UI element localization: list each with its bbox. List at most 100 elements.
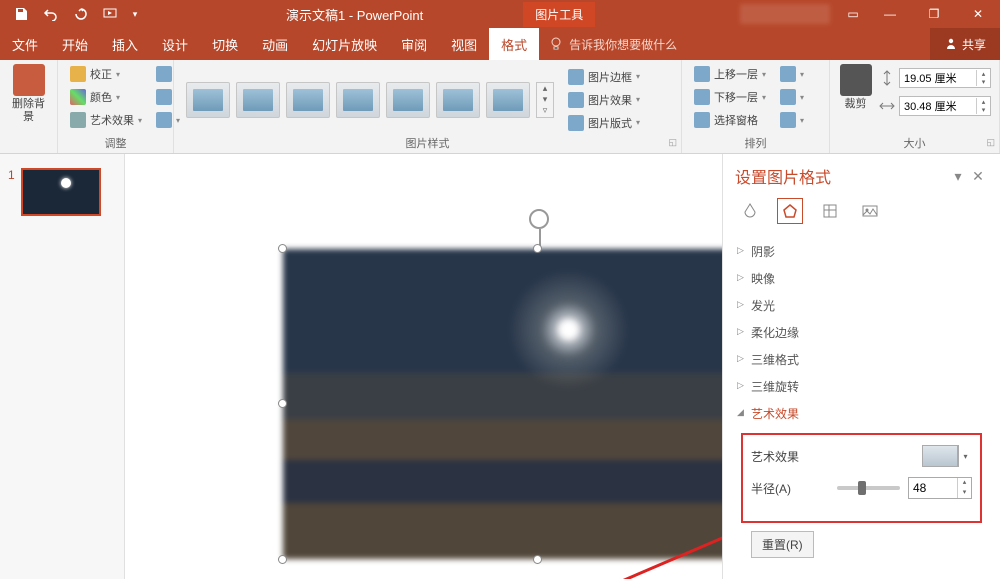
size-props-icon[interactable]	[817, 198, 843, 224]
minimize-button[interactable]: —	[868, 0, 912, 28]
user-account-area[interactable]	[740, 4, 830, 24]
start-from-beginning-icon[interactable]	[100, 3, 122, 25]
undo-icon[interactable]	[40, 3, 62, 25]
height-down[interactable]: ▾	[977, 78, 990, 86]
gallery-down[interactable]: ▾	[537, 94, 553, 105]
redo-icon[interactable]	[70, 3, 92, 25]
restore-button[interactable]: ❐	[912, 0, 956, 28]
resize-handle-nw[interactable]	[278, 244, 287, 253]
rotate-handle[interactable]	[529, 209, 549, 229]
fill-line-icon[interactable]	[737, 198, 763, 224]
align-button[interactable]: ▾	[776, 64, 808, 84]
pane-menu-icon[interactable]: ▾	[948, 168, 968, 185]
style-thumb[interactable]	[486, 82, 530, 118]
section-reflection[interactable]: 映像	[737, 265, 986, 292]
width-input[interactable]: ▴▾	[899, 96, 991, 116]
radius-field[interactable]	[909, 478, 957, 498]
radius-up[interactable]: ▴	[958, 478, 971, 488]
group-button[interactable]: ▾	[776, 87, 808, 107]
radius-input[interactable]: ▴▾	[908, 477, 972, 499]
resize-handle-s[interactable]	[533, 555, 542, 564]
style-thumb[interactable]	[436, 82, 480, 118]
radius-slider[interactable]	[837, 486, 900, 490]
picture-effects-button[interactable]: 图片效果▾	[564, 90, 644, 110]
style-thumb[interactable]	[236, 82, 280, 118]
crop-icon	[840, 64, 872, 96]
style-thumb[interactable]	[336, 82, 380, 118]
height-field[interactable]	[900, 72, 976, 84]
tell-me[interactable]: 告诉我你想要做什么	[539, 28, 687, 60]
artistic-effects-button[interactable]: 艺术效果▾	[66, 110, 146, 130]
tab-transitions[interactable]: 切换	[200, 28, 250, 60]
tab-design[interactable]: 设计	[150, 28, 200, 60]
section-soft-edges[interactable]: 柔化边缘	[737, 319, 986, 346]
section-shadow[interactable]: 阴影	[737, 238, 986, 265]
selected-picture[interactable]	[283, 249, 722, 559]
styles-dialog-launcher[interactable]: ◱	[668, 137, 677, 148]
artistic-preset-picker[interactable]	[922, 445, 958, 467]
section-3d-rotation[interactable]: 三维旋转	[737, 373, 986, 400]
picture-border-button[interactable]: 图片边框▾	[564, 67, 644, 87]
section-3d-format[interactable]: 三维格式	[737, 346, 986, 373]
radius-down[interactable]: ▾	[958, 488, 971, 498]
ribbon-options-icon[interactable]: ▭	[838, 7, 868, 21]
group-label-arrange: 排列	[745, 138, 767, 150]
tab-view[interactable]: 视图	[439, 28, 489, 60]
style-thumb[interactable]	[186, 82, 230, 118]
crop-button[interactable]: 裁剪	[838, 64, 873, 111]
tab-review[interactable]: 审阅	[389, 28, 439, 60]
close-button[interactable]: ✕	[956, 0, 1000, 28]
width-field[interactable]	[900, 100, 976, 112]
qat-customize-icon[interactable]: ▾	[130, 3, 140, 25]
slide-preview[interactable]	[21, 168, 101, 216]
selection-pane-button[interactable]: 选择窗格	[690, 110, 770, 130]
width-up[interactable]: ▴	[977, 98, 990, 106]
size-dialog-launcher[interactable]: ◱	[986, 137, 995, 148]
artistic-effects-panel: 艺术效果 ▾ 半径(A) ▴▾	[741, 433, 982, 523]
slide-thumbnail-pane[interactable]: 1	[0, 154, 125, 579]
tab-home[interactable]: 开始	[50, 28, 100, 60]
picture-layout-button[interactable]: 图片版式▾	[564, 113, 644, 133]
tab-animations[interactable]: 动画	[250, 28, 300, 60]
reset-button[interactable]: 重置(R)	[751, 531, 814, 558]
style-thumb[interactable]	[286, 82, 330, 118]
section-artistic-effects[interactable]: 艺术效果	[737, 400, 986, 427]
send-backward-button[interactable]: 下移一层▾	[690, 87, 770, 107]
save-icon[interactable]	[10, 3, 32, 25]
tab-insert[interactable]: 插入	[100, 28, 150, 60]
width-down[interactable]: ▾	[977, 106, 990, 114]
section-glow[interactable]: 发光	[737, 292, 986, 319]
height-input[interactable]: ▴▾	[899, 68, 991, 88]
remove-bg-icon	[13, 64, 45, 96]
picture-props-icon[interactable]	[857, 198, 883, 224]
tab-file[interactable]: 文件	[0, 28, 50, 60]
artistic-preset-dropdown[interactable]: ▾	[958, 445, 972, 467]
gallery-expand[interactable]: ▿	[537, 105, 553, 116]
corrections-button[interactable]: 校正▾	[66, 64, 146, 84]
picture-styles-gallery: ▴▾▿	[182, 78, 558, 122]
resize-handle-sw[interactable]	[278, 555, 287, 564]
corrections-icon	[70, 66, 86, 82]
height-up[interactable]: ▴	[977, 70, 990, 78]
group-label-size: 大小	[904, 138, 926, 150]
tab-slideshow[interactable]: 幻灯片放映	[300, 28, 389, 60]
gallery-up[interactable]: ▴	[537, 83, 553, 94]
slide-number: 1	[8, 168, 15, 216]
resize-handle-n[interactable]	[533, 244, 542, 253]
tab-format[interactable]: 格式	[489, 28, 539, 60]
slide-thumbnail[interactable]: 1	[8, 168, 116, 216]
rotate-button[interactable]: ▾	[776, 110, 808, 130]
bring-forward-button[interactable]: 上移一层▾	[690, 64, 770, 84]
title-bar: ▾ 演示文稿1 - PowerPoint 图片工具 ▭ — ❐ ✕	[0, 0, 1000, 28]
slider-thumb[interactable]	[858, 481, 866, 495]
share-button[interactable]: 共享	[930, 28, 1000, 60]
resize-handle-w[interactable]	[278, 399, 287, 408]
color-button[interactable]: 颜色▾	[66, 87, 146, 107]
effects-category-icon[interactable]	[777, 198, 803, 224]
remove-background-button[interactable]: 删除背景	[8, 64, 49, 124]
color-icon	[70, 89, 86, 105]
share-icon	[944, 37, 958, 51]
style-thumb[interactable]	[386, 82, 430, 118]
pane-close-button[interactable]: ✕	[968, 168, 988, 185]
slide-canvas[interactable]	[125, 154, 722, 579]
